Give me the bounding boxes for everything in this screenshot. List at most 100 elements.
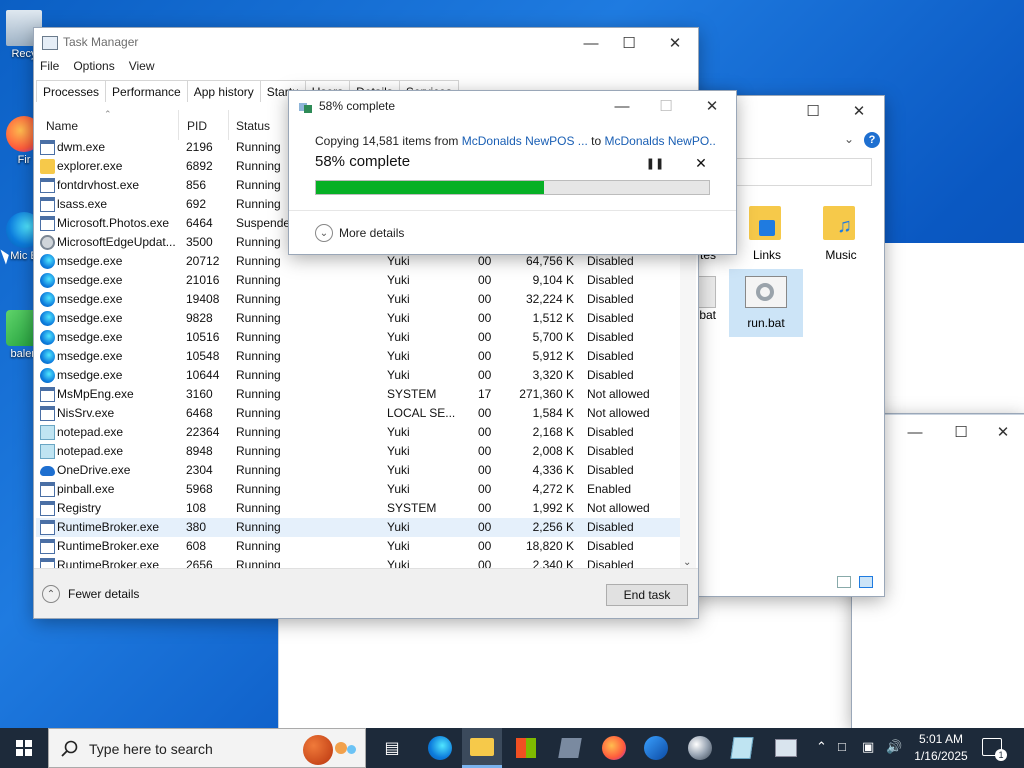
taskbar-task-manager[interactable] (766, 728, 806, 768)
globe-icon (644, 736, 668, 760)
taskbar-firefox[interactable] (594, 728, 634, 768)
file-run-bat[interactable]: run.bat (729, 269, 803, 337)
volume-icon[interactable]: 🔊 (886, 739, 902, 755)
more-details-link[interactable]: More details (339, 226, 404, 240)
large-icons-view-icon[interactable] (859, 576, 873, 588)
scroll-down-icon[interactable]: ⌄ (683, 557, 691, 568)
process-pid: 10548 (186, 349, 220, 363)
task-view-button[interactable]: ▤ (372, 728, 412, 768)
menu-options[interactable]: Options (73, 59, 114, 73)
folder-icon (40, 159, 55, 174)
table-row[interactable]: msedge.exe 10644 Running Yuki 00 3,320 K Disab… (36, 366, 680, 385)
chevron-down-icon[interactable]: ⌄ (315, 224, 333, 242)
maximize-button[interactable]: ☐ (938, 417, 984, 447)
window-icon (40, 140, 55, 155)
cancel-copy-icon[interactable]: ✕ (692, 154, 710, 172)
process-name: lsass.exe (57, 197, 108, 211)
table-row[interactable]: notepad.exe 8948 Running Yuki 00 2,008 K Disab… (36, 442, 680, 461)
process-user: Yuki (387, 254, 410, 268)
taskbar-edge[interactable] (420, 728, 460, 768)
end-task-button[interactable]: End task (606, 584, 688, 606)
table-row[interactable]: msedge.exe 10548 Running Yuki 00 5,912 K Disab… (36, 347, 680, 366)
tab-app-history[interactable]: App history (186, 80, 261, 102)
network-icon[interactable]: ▣ (862, 739, 874, 755)
pause-icon[interactable]: ❚❚ (646, 154, 664, 172)
chevron-up-icon[interactable]: ⌃ (816, 739, 827, 755)
notification-button[interactable]: 1 (982, 738, 1007, 761)
maximize-button[interactable]: ☐ (606, 28, 652, 58)
source-folder-link[interactable]: McDonalds NewPOS ... (462, 134, 588, 148)
process-cpu: 00 (478, 368, 492, 382)
process-pid: 10644 (186, 368, 220, 382)
process-uac-virtualization: Not allowed (587, 387, 650, 401)
copy-progress-dialog[interactable]: 58% complete — ☐ ✕ Copying 14,581 items … (289, 91, 736, 254)
table-row[interactable]: Registry 108 Running SYSTEM 00 1,992 K Not all… (36, 499, 680, 518)
edge-icon (40, 311, 55, 326)
taskbar-app-5[interactable] (550, 728, 590, 768)
column-header-status[interactable]: Status (236, 119, 270, 133)
folder-music[interactable]: ♫ Music (806, 206, 876, 262)
table-row[interactable]: RuntimeBroker.exe 2656 Running Yuki 00 2,340 … (36, 556, 680, 568)
table-row[interactable]: NisSrv.exe 6468 Running LOCAL SE... 00 1,584 … (36, 404, 680, 423)
process-name: msedge.exe (57, 368, 123, 382)
device-icon[interactable]: □ (838, 739, 846, 754)
tab-processes[interactable]: Processes (36, 80, 107, 102)
fewer-details-link[interactable]: Fewer details (68, 587, 139, 601)
process-cpu: 00 (478, 501, 492, 515)
close-button[interactable]: ✕ (689, 91, 735, 121)
clock[interactable]: 5:01 AM 1/16/2025 (912, 731, 970, 765)
taskbar-app-7[interactable] (636, 728, 676, 768)
taskbar-app-8[interactable] (680, 728, 720, 768)
taskbar-file-explorer[interactable] (462, 728, 502, 768)
taskbar-store[interactable] (506, 728, 546, 768)
search-highlight-planets-icon (301, 733, 361, 765)
title-bar[interactable]: Task Manager — ☐ ✕ (34, 28, 698, 58)
process-pid: 3160 (186, 387, 213, 401)
process-memory: 1,512 K (532, 311, 574, 325)
minimize-button[interactable]: — (892, 417, 938, 447)
search-box[interactable]: Type here to search (48, 728, 366, 768)
maximize-button[interactable]: ☐ (790, 96, 836, 126)
destination-folder-link[interactable]: McDonalds NewPO... (604, 134, 715, 148)
close-button[interactable]: ✕ (980, 417, 1024, 447)
table-row[interactable]: RuntimeBroker.exe 380 Running Yuki 00 2,256 K… (36, 518, 680, 537)
chevron-down-icon[interactable]: ⌄ (844, 132, 854, 146)
menu-file[interactable]: File (40, 59, 59, 73)
process-cpu: 00 (478, 539, 492, 553)
table-row[interactable]: msedge.exe 20712 Running Yuki 00 64,756 K Disa… (36, 252, 680, 271)
process-user: Yuki (387, 558, 410, 568)
process-status: Running (236, 406, 281, 420)
table-row[interactable]: msedge.exe 9828 Running Yuki 00 1,512 K Disabl… (36, 309, 680, 328)
table-row[interactable]: msedge.exe 19408 Running Yuki 00 32,224 K Disa… (36, 290, 680, 309)
minimize-button[interactable]: — (599, 91, 645, 121)
close-button[interactable]: ✕ (836, 96, 882, 126)
process-status: Suspende (236, 216, 291, 230)
table-row[interactable]: pinball.exe 5968 Running Yuki 00 4,272 K Enabl… (36, 480, 680, 499)
process-pid: 21016 (186, 273, 220, 287)
clock-date: 1/16/2025 (914, 749, 968, 763)
table-row[interactable]: msedge.exe 21016 Running Yuki 00 9,104 K Disab… (36, 271, 680, 290)
help-icon[interactable]: ? (864, 132, 880, 148)
progress-bar (315, 180, 710, 195)
process-memory: 4,272 K (532, 482, 574, 496)
table-row[interactable]: MsMpEng.exe 3160 Running SYSTEM 17 271,360 K N… (36, 385, 680, 404)
tab-performance[interactable]: Performance (105, 80, 188, 102)
folder-links[interactable]: Links (732, 206, 802, 262)
column-header-pid[interactable]: PID (187, 119, 207, 133)
details-view-icon[interactable] (837, 576, 851, 588)
column-header-name[interactable]: Name (46, 119, 78, 133)
folder-label: Links (752, 248, 781, 262)
process-pid: 108 (186, 501, 207, 515)
process-cpu: 00 (478, 311, 492, 325)
start-button[interactable] (0, 728, 48, 768)
table-row[interactable]: notepad.exe 22364 Running Yuki 00 2,168 K Disa… (36, 423, 680, 442)
table-row[interactable]: RuntimeBroker.exe 608 Running Yuki 00 18,820 … (36, 537, 680, 556)
close-button[interactable]: ✕ (652, 28, 698, 58)
table-row[interactable]: OneDrive.exe 2304 Running Yuki 00 4,336 K Disa… (36, 461, 680, 480)
process-memory: 32,224 K (525, 292, 574, 306)
table-row[interactable]: msedge.exe 10516 Running Yuki 00 5,700 K Disab… (36, 328, 680, 347)
chevron-up-icon[interactable]: ⌃ (42, 585, 60, 603)
taskbar-notepad[interactable] (722, 728, 762, 768)
menu-view[interactable]: View (129, 59, 155, 73)
process-pid: 856 (186, 178, 207, 192)
